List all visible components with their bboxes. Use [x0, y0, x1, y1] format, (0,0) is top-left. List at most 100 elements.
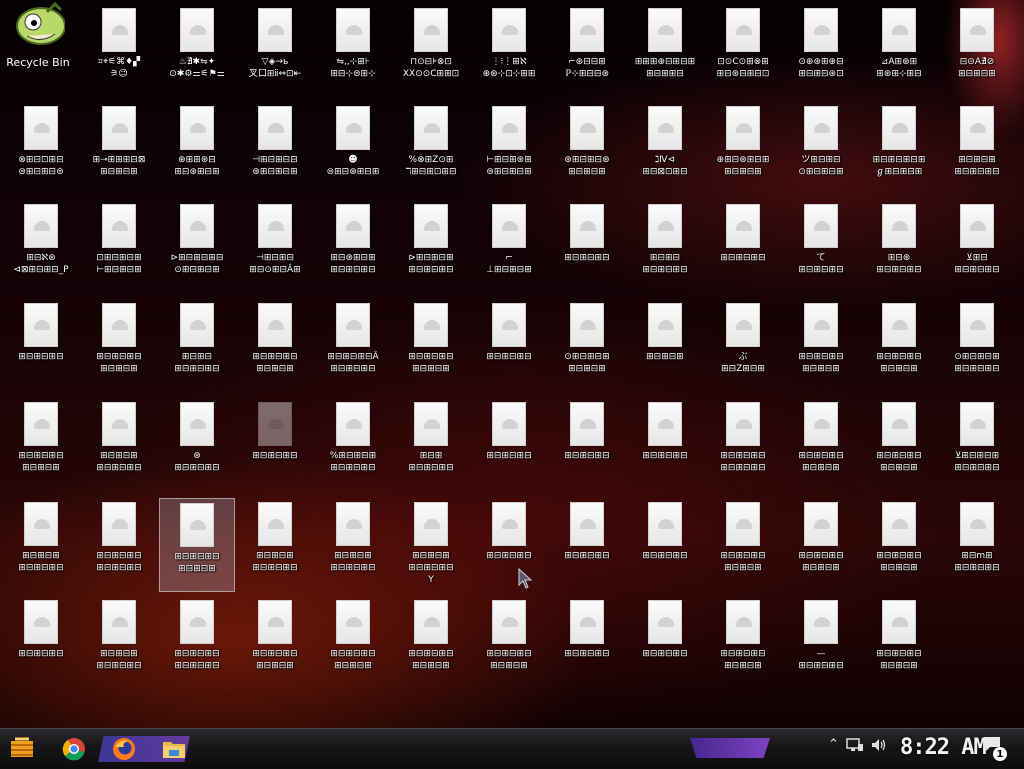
- desktop-file-icon[interactable]: ⊞⊟⊞⊟⊞ ⊞⊟⊞⊟⊞⊟ Y: [393, 498, 469, 592]
- desktop-file-icon[interactable]: ℷⅣ⊲ ⊞⊟⊠⊡⊞⊟: [627, 102, 703, 196]
- desktop-file-icon[interactable]: ⊞⊟⊞⊟⊞⊟: [237, 398, 313, 492]
- desktop-file-icon[interactable]: ⊞⊟⊞⊟⊞ ⊞⊟⊞⊟⊞⊟: [315, 498, 391, 592]
- desktop-file-icon[interactable]: ⊓⊙⊟⊧⊗⊡ XX⊙⊙C⊞⊞⊡: [393, 4, 469, 98]
- desktop-file-icon[interactable]: ⊣⊞⊟⊞⊟ ⊞⊟⊙⊞⊟Â⊞: [237, 200, 313, 294]
- desktop-file-icon[interactable]: ⊙⊞⊟⊞⊟⊞ ⊞⊟⊞⊟⊞⊟: [939, 299, 1015, 393]
- taskbar-chrome-button[interactable]: [60, 735, 88, 763]
- desktop-file-icon[interactable]: ⊞⊟ℵ⊛ ⊲⊠⊞⊟⊞⊟_P: [3, 200, 79, 294]
- desktop-file-icon[interactable]: ♨∄✱⇋✦ ⊙✱⚙⚌⚟⚑⚌: [159, 4, 235, 98]
- desktop-file-icon[interactable]: ⊞⊸⊞⊞⊞⊟⊠ ⊞⊟⊞⊟⊞: [81, 102, 157, 196]
- desktop-file-icon[interactable]: ⊞⊟⊞⊟⊞ ⊞⊟⊞⊟⊞⊟: [939, 102, 1015, 196]
- file-name-label: ⊞⊟⊞⊟⊞ ⊞⊟⊞⊟⊞⊟: [954, 155, 1000, 177]
- desktop-file-icon[interactable]: ⊙⊕⊛⊞⊕⊟ ⊞⊟⊞⊟⊛⊡: [783, 4, 859, 98]
- desktop-file-icon[interactable]: ⊻⊞⊟ ⊞⊟⊞⊟⊞⊟: [939, 200, 1015, 294]
- desktop-file-icon[interactable]: ⊞⊟⊞⊟⊞⊟: [549, 200, 625, 294]
- desktop-file-icon[interactable]: ⊛⊞⊟⊞⊟⊛ ⊞⊟⊞⊟⊞: [549, 102, 625, 196]
- desktop-file-icon[interactable]: ⊞⊟⊞⊟⊞⊟⊞ ℊ⊞⊟⊞⊟⊞: [861, 102, 937, 196]
- desktop-file-icon[interactable]: %⊞⊟⊞⊟⊞ ⊞⊟⊞⊟⊞⊟: [315, 398, 391, 492]
- desktop-file-icon[interactable]: ⊞⊟⊞⊟⊞⊟: [705, 200, 781, 294]
- desktop-file-icon[interactable]: ⊞⊟⊞⊟⊞⊟ ⊞⊟⊞⊟⊞: [861, 299, 937, 393]
- desktop-file-icon[interactable]: ⊞⊟⊞⊟⊞⊟: [627, 398, 703, 492]
- desktop-file-icon[interactable]: ⊞⊟⊞⊟⊞⊟ ⊞⊟⊞⊟⊞: [237, 299, 313, 393]
- desktop-file-icon[interactable]: ⊞⊟⊛⊞⊟⊞ ⊞⊟⊞⊟⊞⊟: [315, 200, 391, 294]
- desktop-file-icon[interactable]: ⊙⊞⊟⊞⊟⊞ ⊞⊟⊞⊟⊞: [549, 299, 625, 393]
- desktop-file-icon[interactable]: ⊞⊟⊞⊟⊞⊟ ⊞⊟⊞⊟⊞: [393, 299, 469, 393]
- desktop-file-icon[interactable]: ⊞⊟⊞⊟⊞⊟: [549, 398, 625, 492]
- desktop-file-icon[interactable]: ⊞⊟⊞ ⊞⊟⊞⊟⊞⊟: [393, 398, 469, 492]
- taskbar-firefox-button[interactable]: [110, 735, 138, 763]
- desktop-file-icon[interactable]: ⊗⊞⊟⊡⊞⊟ ⊜⊞⊟⊞⊟⊜: [3, 102, 79, 196]
- desktop-file-icon[interactable]: て ⊞⊟⊞⊟⊞⊟: [783, 200, 859, 294]
- desktop-file-icon[interactable]: ⌐⊛⊟⊟⊞ ℙ⊹⊞⊟⊟⊛: [549, 4, 625, 98]
- desktop-file-icon[interactable]: ⊞⊟⊞⊟⊞⊟: [471, 299, 547, 393]
- volume-icon[interactable]: [870, 737, 888, 757]
- desktop-file-icon[interactable]: ⊞⊟⊞⊟⊞ ⊞⊟⊞⊟⊞⊟: [237, 498, 313, 592]
- desktop-file-icon[interactable]: ⊞⊟⊞⊟⊞⊟ ⊞⊟⊞⊟⊞: [393, 596, 469, 690]
- file-name-label: ⊛⊞⊟⊞⊟⊛ ⊞⊟⊞⊟⊞: [564, 155, 610, 177]
- taskbar-clock[interactable]: 8:22 AM: [900, 735, 987, 760]
- desktop-file-icon[interactable]: ⊞⊟⊞⊟⊞⊟ ⊞⊟⊞⊟⊞: [705, 498, 781, 592]
- recycle-bin-icon[interactable]: Recycle Bin: [0, 0, 76, 94]
- desktop-file-icon[interactable]: ⊞⊟⊞⊟⊞⊟: [627, 596, 703, 690]
- desktop-file-icon[interactable]: ⊛ ⊞⊟⊞⊟⊞⊟: [159, 398, 235, 492]
- desktop-file-icon[interactable]: ⊞⊟⊞⊟⊞⊟: [471, 498, 547, 592]
- desktop-file-icon[interactable]: ⊞⊞⊞⊕⊟⊞⊟⊞ ⊞⊟⊞⊞⊟: [627, 4, 703, 98]
- show-hidden-icons-chevron-icon[interactable]: ⌃: [828, 737, 839, 752]
- desktop-file-icon[interactable]: ⊞⊟⊞⊟⊞⊟ ⊞⊟⊞⊟⊞: [783, 498, 859, 592]
- desktop-file-icon[interactable]: ⊞⊟⊞⊟⊞⊟ ⊞⊟⊞⊟⊞: [861, 596, 937, 690]
- desktop-file-icon[interactable]: ⊞⊟⊞⊟⊞ ⊞⊟⊞⊟⊞⊟: [81, 398, 157, 492]
- desktop-file-icon[interactable]: ⊞⊟⊞⊟⊞⊟ ⊞⊟⊞⊟⊞: [81, 299, 157, 393]
- desktop-file-icon[interactable]: ⊞⊟⊞⊟⊞ ⊞⊟⊞⊟⊞⊟: [3, 498, 79, 592]
- desktop-file-icon[interactable]: ⊞⊟⊞⊟⊞⊟ ⊞⊟⊞⊟⊞: [705, 596, 781, 690]
- desktop-file-icon[interactable]: ⊞⊟⊛ ⊞⊟⊞⊟⊞⊟: [861, 200, 937, 294]
- desktop-file-icon[interactable]: ⊳⊞⊟⊞⊟⊞ ⊞⊟⊞⊟⊞⊟: [393, 200, 469, 294]
- desktop-file-icon[interactable]: ⊢⊞⊟⊞⊛⊞ ⊜⊞⊟⊞⊟⊞: [471, 102, 547, 196]
- desktop-file-icon[interactable]: ⊞⊟⊞⊟⊞⊟: [549, 596, 625, 690]
- desktop-file-icon[interactable]: ⊞⊟⊞⊟⊞⊟ ⊞⊟⊞⊟⊞: [861, 398, 937, 492]
- desktop-file-icon[interactable]: ⊟⊝A∄⊘ ⊞⊟⊞⊟⊞: [939, 4, 1015, 98]
- desktop-file-icon[interactable]: ⊻⊞⊟⊞⊟⊞ ⊞⊟⊞⊟⊞⊟: [939, 398, 1015, 492]
- desktop-file-icon[interactable]: ⊞⊟⊞⊟⊞⊟ ⊞⊟⊞⊟⊞: [471, 596, 547, 690]
- desktop-file-icon[interactable]: ⊕⊞⊟⊛⊞⊟⊞ ⊞⊟⊞⊟⊞: [705, 102, 781, 196]
- desktop-file-icon[interactable]: ⊳⊞⊟⊞⊟⊞⊟ ⊙⊞⊟⊞⊟⊞: [159, 200, 235, 294]
- desktop-file-icon[interactable]: ⊞⊟⊞⊟⊞⊟ ⊞⊟⊞⊟⊞: [237, 596, 313, 690]
- desktop-file-icon[interactable]: ☻ ⊜⊞⊟⊛⊞⊟⊞: [315, 102, 391, 196]
- desktop-file-icon[interactable]: ⊞⊟⊞⊟⊞⊟: [549, 498, 625, 592]
- desktop-file-icon[interactable]: ⊞⊟⊞⊟⊞: [627, 299, 703, 393]
- desktop-file-icon[interactable]: ⊞⊟⊞⊟⊞⊟ ⊞⊟⊞⊟⊞: [783, 299, 859, 393]
- desktop-file-icon[interactable]: ⊞⊟⊞⊟ ⊞⊟⊞⊟⊞⊟: [627, 200, 703, 294]
- desktop-file-icon[interactable]: ⇋,,⊹⊞⊦ ⊞⊟⊹⊜⊞⊹: [315, 4, 391, 98]
- desktop-file-icon[interactable]: ⊞⊟⊞⊟⊞⊟: [3, 299, 79, 393]
- desktop-file-icon[interactable]: ⊞⊟⊞⊟⊞⊟ ⊞⊟⊞⊟⊞: [3, 398, 79, 492]
- desktop-file-icon[interactable]: ⊞⊟⊞⊟⊞⊟ ⊞⊟⊞⊟⊞: [159, 498, 235, 592]
- desktop-file-icon[interactable]: ⊕⊞⊞⊛⊟ ⊞⊟⊛⊞⊟⊞: [159, 102, 235, 196]
- desktop-file-icon[interactable]: ⊣⊞⊟⊞⊟⊟ ⊛⊞⊟⊞⊟⊞: [237, 102, 313, 196]
- desktop-file-icon[interactable]: ⋮⁝⋮⊞ℵ ⊕⊛⊹⊡⊹⊞⊞: [471, 4, 547, 98]
- desktop-file-icon[interactable]: ⊞⊟⊞⊟⊞⊟: [627, 498, 703, 592]
- desktop-file-icon[interactable]: ⊞⊟⊞⊟⊞⊟ ⊞⊟⊞⊟⊞: [315, 596, 391, 690]
- desktop-file-icon[interactable]: ⊞⊟⊞⊟⊞⊟: [3, 596, 79, 690]
- desktop-file-icon[interactable]: ぶ ⊞⊟Z⊞⊟⊞: [705, 299, 781, 393]
- network-icon[interactable]: [846, 737, 864, 757]
- desktop-file-icon[interactable]: ⊞⊟⊞⊟ ⊞⊟⊞⊟⊞⊟: [159, 299, 235, 393]
- desktop-file-icon[interactable]: ⊞⊟⊞⊟⊞⊟ ⊞⊟⊞⊟⊞: [861, 498, 937, 592]
- desktop-file-icon[interactable]: ⊞⊟⊞⊟⊞⊟ ⊞⊟⊞⊟⊞⊟: [159, 596, 235, 690]
- desktop-file-icon[interactable]: ⊞⊟⊞⊟⊞⊟Â ⊞⊟⊞⊟⊞⊟: [315, 299, 391, 393]
- desktop-file-icon[interactable]: ⌗⌖⚟⌘♦▞ ⚞☺: [81, 4, 157, 98]
- desktop-file-icon[interactable]: ⊞⊟m⊞ ⊞⊟⊞⊟⊞⊟: [939, 498, 1015, 592]
- desktop-file-icon[interactable]: ⌐ ⊥⊞⊟⊞⊟⊞: [471, 200, 547, 294]
- desktop-file-icon[interactable]: ⊞⊟⊞⊟⊞⊟ ⊞⊟⊞⊟⊞⊟: [81, 498, 157, 592]
- desktop-file-icon[interactable]: ツ⊞⊟⊞⊟ ⊙⊞⊟⊞⊟⊞: [783, 102, 859, 196]
- desktop-file-icon[interactable]: — ⊞⊟⊞⊟⊞⊟: [783, 596, 859, 690]
- start-button[interactable]: [8, 735, 36, 763]
- desktop-file-icon[interactable]: ⊞⊟⊞⊟⊞⊟ ⊞⊟⊞⊟⊞: [783, 398, 859, 492]
- desktop-file-icon[interactable]: ⊡⊙C⊙⊞⊗⊞ ⊞⊟⊛⊟⊞⊟⊡: [705, 4, 781, 98]
- desktop-file-icon[interactable]: ⊡⊞⊟⊞⊟⊞ ⊢⊞⊟⊞⊟⊞: [81, 200, 157, 294]
- desktop-file-icon[interactable]: ⊞⊟⊞⊟⊞⊟: [471, 398, 547, 492]
- desktop-file-icon[interactable]: ⊞⊟⊞⊟⊞ ⊞⊟⊞⊟⊞⊟: [81, 596, 157, 690]
- desktop-file-icon[interactable]: ▽◈→ь 叉口⊞ⅱ⇔⊡⇤: [237, 4, 313, 98]
- desktop-file-icon[interactable]: ⊿A⊞⊛⊞ ⊞⊛⊞⊹⊞⊟: [861, 4, 937, 98]
- taskbar-file-explorer-button[interactable]: [160, 735, 188, 763]
- desktop-file-icon[interactable]: ⊞⊟⊞⊟⊞⊟ ⊞⊟⊞⊟⊞⊟: [705, 398, 781, 492]
- desktop-file-icon[interactable]: %⊗⊞Z⊙⊞ ℸ⊞⊟⊞⊡⊞⊟: [393, 102, 469, 196]
